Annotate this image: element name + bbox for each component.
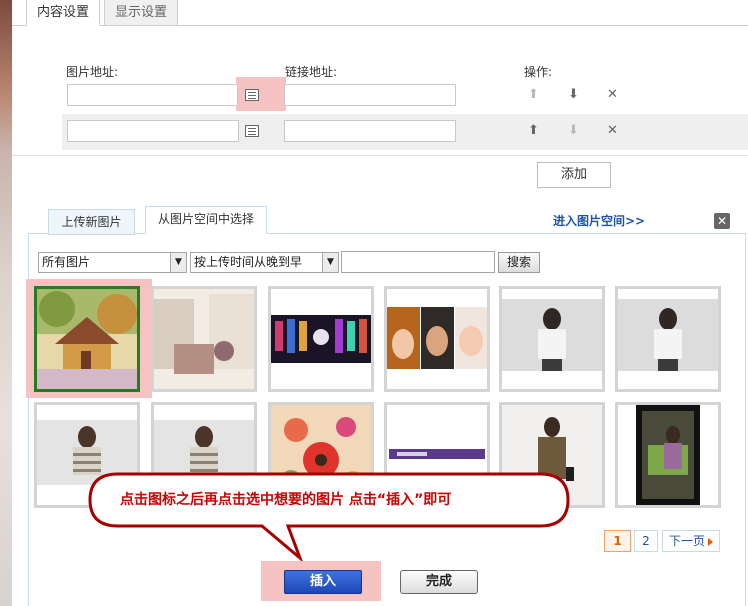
woman-sitting-photo <box>618 405 718 505</box>
pagination-next-button[interactable]: 下一页 <box>662 530 720 552</box>
image-url-input-2[interactable] <box>67 120 239 142</box>
category-select[interactable]: 所有图片 ▼ <box>38 252 187 273</box>
section-divider <box>12 155 748 156</box>
category-select-value: 所有图片 <box>42 255 91 269</box>
link-url-label: 链接地址: <box>285 65 338 79</box>
thumb-faces-photo[interactable] <box>384 286 490 392</box>
link-url-input-1[interactable] <box>284 84 456 106</box>
chevron-down-icon: ▼ <box>322 253 338 272</box>
enter-image-space-link[interactable]: 进入图片空间>> <box>553 212 645 229</box>
move-down-icon-1[interactable]: ⬇ <box>568 88 579 102</box>
delete-icon-1[interactable]: ✕ <box>607 88 618 102</box>
search-input[interactable] <box>341 251 495 273</box>
top-tab-bar: 内容设置 显示设置 <box>26 0 182 26</box>
done-button[interactable]: 完成 <box>400 570 478 594</box>
tab-choose-from-space[interactable]: 从图片空间中选择 <box>145 206 267 234</box>
tab-content-settings[interactable]: 内容设置 <box>26 0 101 26</box>
actions-label: 操作: <box>524 65 553 79</box>
tab-upload-new-image[interactable]: 上传新图片 <box>48 209 135 235</box>
woman-white-photo-1 <box>502 289 602 389</box>
move-up-icon-1[interactable]: ⬆ <box>528 88 539 102</box>
search-button[interactable]: 搜索 <box>498 252 540 273</box>
thumb-house-photo[interactable] <box>34 286 140 392</box>
sort-select[interactable]: 按上传时间从晚到早 ▼ <box>190 252 339 273</box>
tab-display-settings[interactable]: 显示设置 <box>104 0 179 26</box>
sort-select-value: 按上传时间从晚到早 <box>194 255 303 269</box>
close-icon[interactable]: ✕ <box>714 213 730 229</box>
thumb-banner-photo[interactable] <box>268 286 374 392</box>
background-strip <box>0 0 12 606</box>
image-url-label: 图片地址: <box>66 65 119 79</box>
pagination-next-label: 下一页 <box>668 534 705 548</box>
move-down-icon-2[interactable]: ⬇ <box>568 124 579 138</box>
house-photo <box>37 289 137 389</box>
thumb-woman-white-photo-1[interactable] <box>499 286 605 392</box>
curtain-photo <box>154 289 254 389</box>
pagination-page-2[interactable]: 2 <box>634 530 658 552</box>
image-picker-highlight <box>236 77 286 111</box>
image-picker-icon-2[interactable] <box>245 125 259 137</box>
image-url-input-1[interactable] <box>67 84 238 106</box>
delete-icon-2[interactable]: ✕ <box>607 124 618 138</box>
thumb-woman-white-photo-2[interactable] <box>615 286 721 392</box>
callout-text: 点击图标之后再点击选中想要的图片 点击“插入”即可 <box>120 492 452 508</box>
pagination-page-1[interactable]: 1 <box>604 530 631 552</box>
image-picker-icon-1[interactable] <box>245 89 259 101</box>
chevron-right-icon <box>708 537 713 546</box>
woman-white-photo-2 <box>618 289 718 389</box>
thumb-woman-sitting-photo[interactable] <box>615 402 721 508</box>
link-url-input-2[interactable] <box>284 120 456 142</box>
banner-photo <box>271 289 371 389</box>
faces-photo <box>387 289 487 389</box>
thumb-curtain-photo[interactable] <box>151 286 257 392</box>
insert-button[interactable]: 插入 <box>284 570 362 594</box>
add-button[interactable]: 添加 <box>537 162 611 188</box>
chevron-down-icon: ▼ <box>170 253 186 272</box>
move-up-icon-2[interactable]: ⬆ <box>528 124 539 138</box>
